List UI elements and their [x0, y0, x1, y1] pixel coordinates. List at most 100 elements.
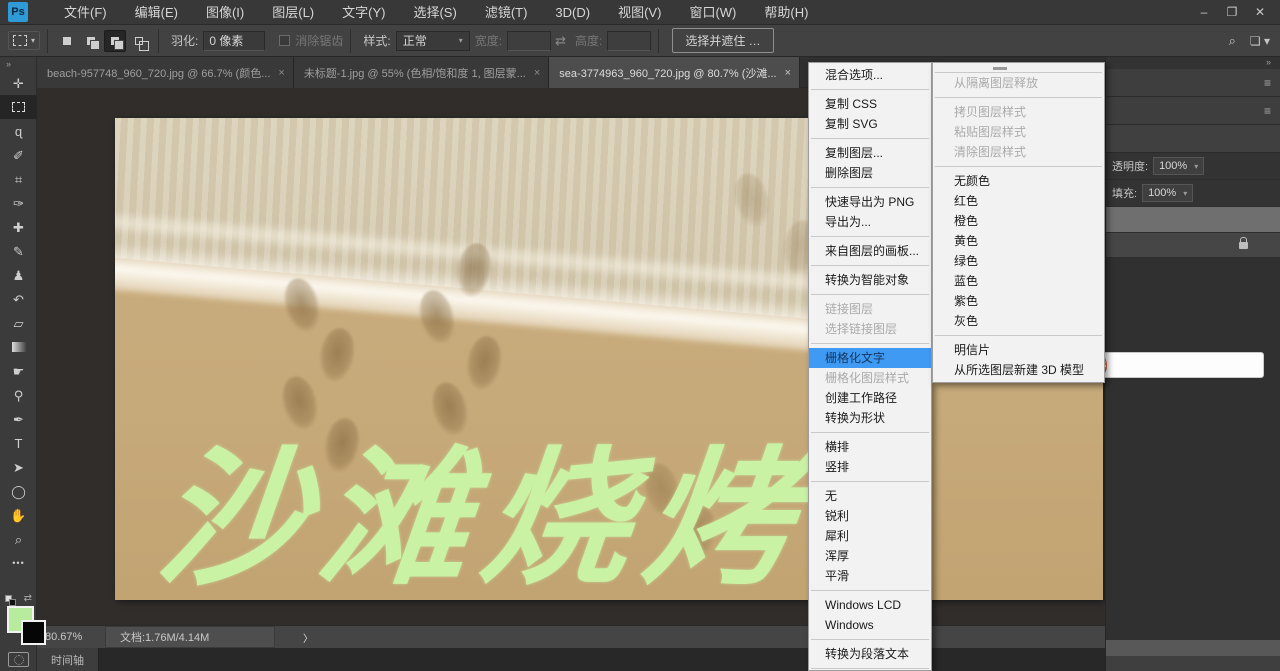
context-menu-item[interactable]: 犀利	[809, 526, 931, 546]
menubar-item[interactable]: 文件(F)	[50, 0, 121, 25]
menubar-item[interactable]: 图像(I)	[192, 0, 258, 25]
subtract-selection-icon[interactable]	[104, 29, 127, 52]
menubar-item[interactable]: 图层(L)	[258, 0, 328, 25]
menubar-item[interactable]: 帮助(H)	[750, 0, 822, 25]
close-icon[interactable]: ×	[278, 67, 284, 79]
close-icon[interactable]: ×	[534, 67, 540, 79]
collapsed-panel-header[interactable]: ≡	[1106, 97, 1280, 125]
default-colors-icon[interactable]: ⇄	[3, 593, 33, 607]
document-tab[interactable]: sea-3774963_960_720.jpg @ 80.7% (沙滩... ×	[549, 57, 800, 88]
context-menu-item[interactable]: Windows	[809, 615, 931, 635]
close-button[interactable]: ✕	[1246, 1, 1274, 23]
eraser-tool[interactable]: ▱	[0, 311, 37, 335]
context-menu-item[interactable]: 复制 SVG	[809, 114, 931, 134]
zoom-level-field[interactable]: 80.67%	[45, 631, 105, 643]
context-menu-item[interactable]: 平滑	[809, 566, 931, 586]
toolbar-collapse-icon[interactable]: »	[0, 57, 36, 71]
tool-preset-picker[interactable]: ▾	[8, 31, 41, 50]
submenu-item[interactable]: 黄色	[933, 231, 1104, 251]
context-menu-item[interactable]: 竖排	[809, 457, 931, 477]
add-selection-icon[interactable]	[80, 30, 102, 52]
document-tab[interactable]: 未标题-1.jpg @ 55% (色相/饱和度 1, 图层蒙... ×	[293, 57, 550, 88]
lasso-tool[interactable]: ɋ	[0, 119, 37, 143]
context-menu-item[interactable]: 横排	[809, 437, 931, 457]
submenu-item[interactable]: 灰色	[933, 311, 1104, 331]
context-menu-item[interactable]: 来自图层的画板...	[809, 241, 931, 261]
menubar-item[interactable]: 3D(D)	[541, 0, 604, 25]
context-menu-item[interactable]: 无	[809, 486, 931, 506]
submenu-item[interactable]: 绿色	[933, 251, 1104, 271]
menubar-item[interactable]: 选择(S)	[399, 0, 470, 25]
quick-selection-tool[interactable]: ✐	[0, 143, 37, 167]
submenu-item[interactable]: 无颜色	[933, 171, 1104, 191]
style-select[interactable]: 正常 ▾	[395, 30, 470, 51]
crop-tool[interactable]: ⌗	[0, 167, 37, 191]
swap-colors-icon[interactable]: ⇄	[24, 593, 32, 604]
swap-dimensions-icon[interactable]: ⇄	[555, 33, 566, 49]
context-menu-item[interactable]: 导出为...	[809, 212, 931, 232]
ellipse-tool[interactable]: ◯	[0, 479, 37, 503]
panel-menu-icon[interactable]: ≡	[1264, 76, 1272, 90]
context-menu-item[interactable]: 复制图层...	[809, 143, 931, 163]
panel-collapse-icon[interactable]: »	[1106, 57, 1280, 69]
brush-tool[interactable]: ✎	[0, 239, 37, 263]
search-icon[interactable]: ⌕	[1229, 33, 1236, 49]
timeline-tab[interactable]: 时间轴	[37, 648, 99, 671]
feather-input[interactable]: 0 像素	[203, 30, 266, 51]
history-brush-tool[interactable]: ↶	[0, 287, 37, 311]
submenu-item[interactable]: 明信片	[933, 340, 1104, 360]
rectangular-marquee-tool[interactable]	[0, 95, 37, 119]
context-menu-item[interactable]: 转换为形状	[809, 408, 931, 428]
submenu-item[interactable]: 紫色	[933, 291, 1104, 311]
opacity-field[interactable]: 100% ▾	[1153, 157, 1205, 175]
context-menu-item[interactable]: 转换为段落文本	[809, 644, 931, 664]
status-expand-icon[interactable]: 〉	[303, 630, 313, 645]
context-menu-item[interactable]: 删除图层	[809, 163, 931, 183]
menubar-item[interactable]: 滤镜(T)	[471, 0, 542, 25]
submenu-item[interactable]: 红色	[933, 191, 1104, 211]
submenu-item[interactable]: 橙色	[933, 211, 1104, 231]
hand-tool[interactable]: ✋	[0, 503, 37, 527]
dodge-tool[interactable]: ⚲	[0, 383, 37, 407]
collapsed-panel-header[interactable]: ≡	[1106, 69, 1280, 97]
restore-button[interactable]: ❐	[1218, 1, 1246, 23]
workspace-switcher-icon[interactable]: ❏ ▾	[1250, 34, 1270, 48]
context-menu-item[interactable]: 浑厚	[809, 546, 931, 566]
path-selection-tool[interactable]: ➤	[0, 455, 37, 479]
select-and-mask-button[interactable]: 选择并遮住 …	[672, 28, 774, 53]
eyedropper-tool[interactable]: ✑	[0, 191, 37, 215]
close-icon[interactable]: ×	[785, 67, 791, 79]
fill-field[interactable]: 100% ▾	[1142, 184, 1194, 202]
text-layer[interactable]: 沙滩烧烤	[150, 431, 816, 600]
context-menu-item[interactable]: 栅格化文字	[809, 348, 931, 368]
menubar-item[interactable]: 文字(Y)	[328, 0, 399, 25]
intersect-selection-icon[interactable]	[128, 30, 150, 52]
document-tab[interactable]: beach-957748_960_720.jpg @ 66.7% (颜色... …	[37, 57, 294, 88]
menubar-item[interactable]: 编辑(E)	[121, 0, 192, 25]
zoom-tool[interactable]: ⌕	[0, 527, 37, 551]
clone-stamp-tool[interactable]: ♟	[0, 263, 37, 287]
spot-healing-brush-tool[interactable]: ✚	[0, 215, 37, 239]
submenu-item[interactable]: 从所选图层新建 3D 模型	[933, 360, 1104, 380]
context-menu-item[interactable]: 锐利	[809, 506, 931, 526]
edit-toolbar-icon[interactable]: •••	[0, 551, 37, 575]
quick-mask-button[interactable]	[8, 652, 29, 667]
background-color-swatch[interactable]	[21, 620, 46, 645]
context-menu-item[interactable]: Windows LCD	[809, 595, 931, 615]
menubar-item[interactable]: 窗口(W)	[675, 0, 750, 25]
new-selection-icon[interactable]	[56, 30, 78, 52]
background-layer-row[interactable]	[1106, 233, 1280, 258]
context-menu-item[interactable]: 创建工作路径	[809, 388, 931, 408]
submenu-item[interactable]: 蓝色	[933, 271, 1104, 291]
context-menu-item[interactable]: 复制 CSS	[809, 94, 931, 114]
panel-menu-icon[interactable]: ≡	[1264, 104, 1272, 118]
anti-alias-checkbox[interactable]	[279, 35, 291, 46]
layer-row[interactable]	[1106, 640, 1280, 656]
gradient-tool[interactable]	[0, 335, 37, 359]
type-tool[interactable]: T	[0, 431, 37, 455]
context-menu-item[interactable]: 转换为智能对象	[809, 270, 931, 290]
minimize-button[interactable]: –	[1190, 1, 1218, 23]
smudge-tool[interactable]: ☛	[0, 359, 37, 383]
pen-tool[interactable]: ✒	[0, 407, 37, 431]
context-menu-item[interactable]: 混合选项...	[809, 65, 931, 85]
